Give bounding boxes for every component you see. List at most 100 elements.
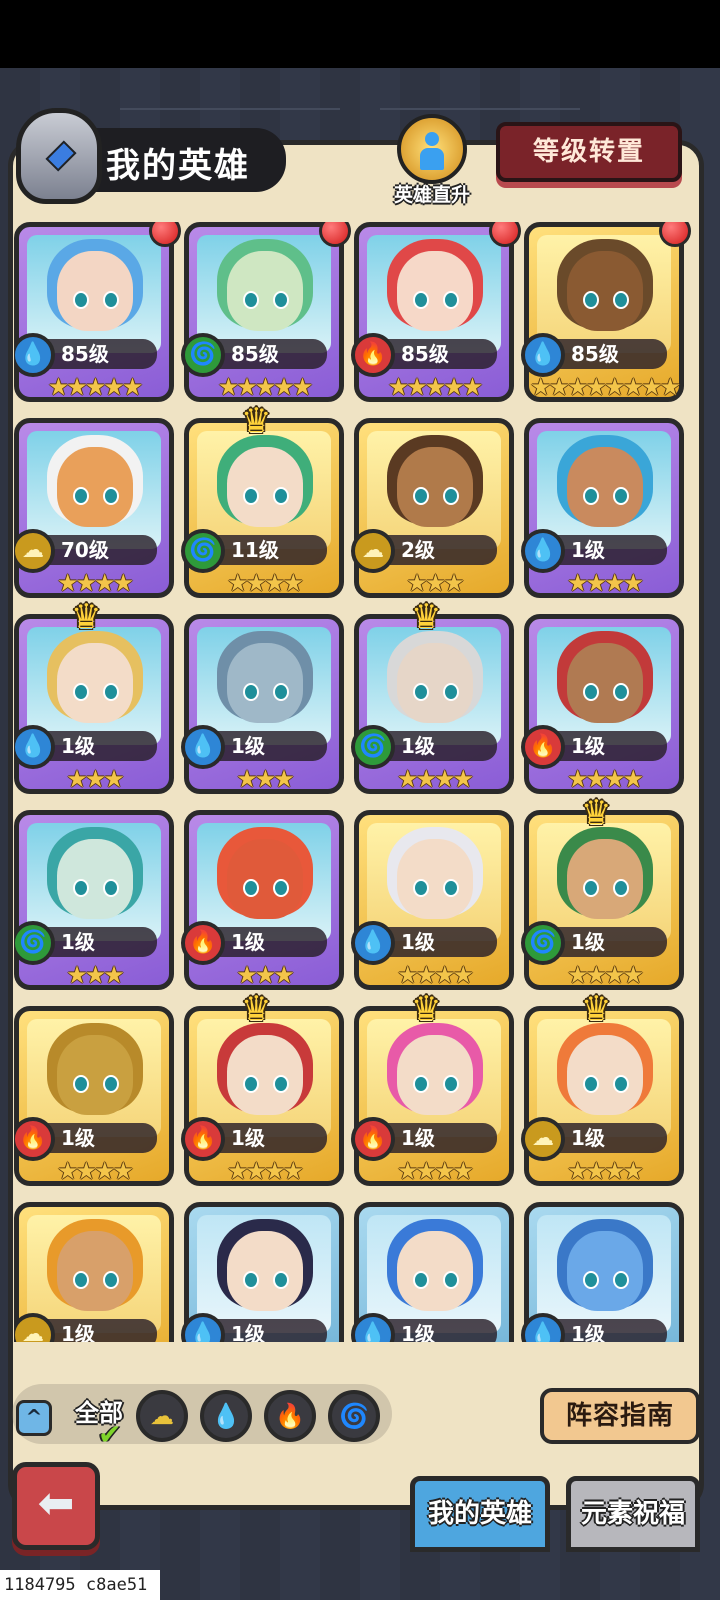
- hero-card[interactable]: 1级 🌀 ★★★: [14, 810, 174, 990]
- hero-face: [397, 251, 473, 331]
- hero-card[interactable]: 11级 🌀 ★★★★ ♛: [181, 401, 344, 598]
- hero-stars: ★★★★: [56, 1157, 134, 1185]
- hero-card[interactable]: 85级 💧 ★★★★★★★★: [521, 222, 691, 402]
- hero-level: 1级: [555, 1123, 667, 1153]
- hero-card[interactable]: 85级 💧 ★★★★★: [14, 222, 181, 402]
- hero-card[interactable]: 70级 ☁ ★★★★: [14, 418, 174, 598]
- hero-face: [57, 839, 133, 919]
- hero-eye: [443, 291, 459, 309]
- hero-card[interactable]: 1级 🔥 ★★★★ ♛: [351, 989, 514, 1186]
- hero-card[interactable]: 1级 💧 ★★★: [181, 614, 344, 794]
- hero-card[interactable]: 1级💧★★★★: [521, 1202, 684, 1342]
- filter-all-button[interactable]: 全部 ✔: [68, 1386, 130, 1451]
- hero-level: 85级: [555, 339, 667, 369]
- hero-eye: [583, 487, 599, 505]
- hero-eye: [583, 291, 599, 309]
- hero-eye: [103, 487, 119, 505]
- hero-stars: ★★★★: [566, 961, 644, 989]
- hero-stars: ★★★: [406, 569, 465, 597]
- tab-my-heroes-label: 我的英雄: [427, 1499, 532, 1529]
- hero-card[interactable]: 1级💧★★★★: [521, 418, 684, 598]
- hero-stars: ★★★★: [566, 1157, 644, 1185]
- hero-eye: [243, 1271, 259, 1289]
- hero-portrait: [27, 627, 161, 745]
- hero-card[interactable]: 1级 🌀 ★★★★ ♛: [521, 793, 684, 990]
- hero-stars: ★★★: [236, 961, 295, 989]
- hero-card[interactable]: 1级 ☁ ★★★★ ♛: [521, 989, 684, 1186]
- hero-stars: ★★★★: [396, 765, 474, 793]
- hero-card[interactable]: 1级💧★★★★: [351, 810, 514, 990]
- lineup-guide-button[interactable]: 阵容指南: [540, 1388, 700, 1444]
- collapse-button[interactable]: ^: [16, 1400, 52, 1436]
- hero-promote-button[interactable]: 英雄直升: [384, 114, 480, 206]
- hero-face: [227, 643, 303, 723]
- hero-eye: [613, 879, 629, 897]
- hero-level: 1级: [215, 1319, 327, 1342]
- tab-my-heroes[interactable]: 我的英雄: [410, 1476, 550, 1552]
- filter-fire-icon[interactable]: 🔥: [264, 1390, 316, 1442]
- hero-card[interactable]: 2级 ☁ ★★★: [351, 418, 514, 598]
- lineup-guide-label: 阵容指南: [565, 1401, 674, 1431]
- hero-portrait: [367, 823, 501, 941]
- hero-card[interactable]: 1级 🔥 ★★★: [181, 810, 344, 990]
- hero-portrait: [27, 235, 161, 353]
- hero-face: [227, 251, 303, 331]
- hero-eye: [273, 1271, 289, 1289]
- hero-card[interactable]: 1级 💧 ★★★ ♛: [14, 597, 174, 794]
- hero-card[interactable]: 85级 🌀 ★★★★★: [181, 222, 351, 402]
- hero-stars: ★★★★★: [387, 373, 484, 401]
- hero-card[interactable]: 85级 🔥 ★★★★★: [351, 222, 521, 402]
- hero-portrait: [197, 431, 331, 549]
- hero-eye: [243, 683, 259, 701]
- water-element-icon: 💧: [14, 333, 55, 377]
- hero-level: 1级: [215, 731, 327, 761]
- hero-stars: ★★★: [66, 765, 125, 793]
- back-button[interactable]: ⬅: [12, 1462, 100, 1550]
- earth-element-icon: ☁: [351, 529, 395, 573]
- hero-card[interactable]: 1级 🔥 ★★★★ ♛: [181, 989, 344, 1186]
- hero-face: [227, 447, 303, 527]
- hero-card[interactable]: 1级☁★★★★: [14, 1202, 174, 1342]
- wind-element-icon: 🌀: [181, 529, 225, 573]
- hero-stars: ★★★★★: [47, 373, 144, 401]
- hero-face: [227, 1035, 303, 1115]
- fire-element-icon: 🔥: [181, 1117, 225, 1161]
- tab-element-blessing[interactable]: 元素祝福: [566, 1476, 700, 1552]
- hero-card[interactable]: 1级💧★★★★: [351, 1202, 514, 1342]
- helmet-icon: [16, 108, 102, 204]
- hero-level: 1级: [45, 1123, 157, 1153]
- filter-earth-icon[interactable]: ☁: [136, 1390, 188, 1442]
- fire-element-icon: 🔥: [14, 1117, 55, 1161]
- hero-card[interactable]: 1级 🔥 ★★★★: [14, 1006, 174, 1186]
- hero-stars: ★★★★: [226, 569, 304, 597]
- level-transfer-button[interactable]: 等级转置: [496, 122, 682, 182]
- hero-face: [397, 643, 473, 723]
- earth-element-icon: ☁: [521, 1117, 565, 1161]
- hero-level: 1级: [45, 731, 157, 761]
- hero-eye: [443, 1075, 459, 1093]
- filter-water-icon[interactable]: 💧: [200, 1390, 252, 1442]
- hero-eye: [273, 1075, 289, 1093]
- hero-level: 1级: [555, 535, 667, 565]
- hero-eye: [73, 683, 89, 701]
- hero-eye: [413, 291, 429, 309]
- hero-eye: [103, 1075, 119, 1093]
- hero-card[interactable]: 1级 🌀 ★★★★ ♛: [351, 597, 514, 794]
- hero-card[interactable]: 1级💧★★★★: [181, 1202, 344, 1342]
- hero-portrait: [537, 823, 671, 941]
- hero-portrait: [367, 627, 501, 745]
- hero-portrait: [27, 823, 161, 941]
- hero-eye: [583, 683, 599, 701]
- hero-eye: [73, 487, 89, 505]
- hero-face: [57, 1231, 133, 1311]
- hero-card[interactable]: 1级 🔥 ★★★★: [521, 614, 684, 794]
- filter-wind-icon[interactable]: 🌀: [328, 1390, 380, 1442]
- hero-grid-viewport[interactable]: 85级 💧 ★★★★★ 85级 🌀 ★★★★★ 85级 🔥 ★★★★★ 85级 💧 ★★★★★★★★ 7…: [14, 222, 704, 1342]
- hero-portrait: [197, 627, 331, 745]
- hero-level: 1级: [215, 927, 327, 957]
- hero-portrait: [197, 235, 331, 353]
- hero-portrait: [27, 1215, 161, 1333]
- hero-stars: ★★★★: [396, 1157, 474, 1185]
- hero-level: 1级: [385, 731, 497, 761]
- fire-element-icon: 🔥: [351, 1117, 395, 1161]
